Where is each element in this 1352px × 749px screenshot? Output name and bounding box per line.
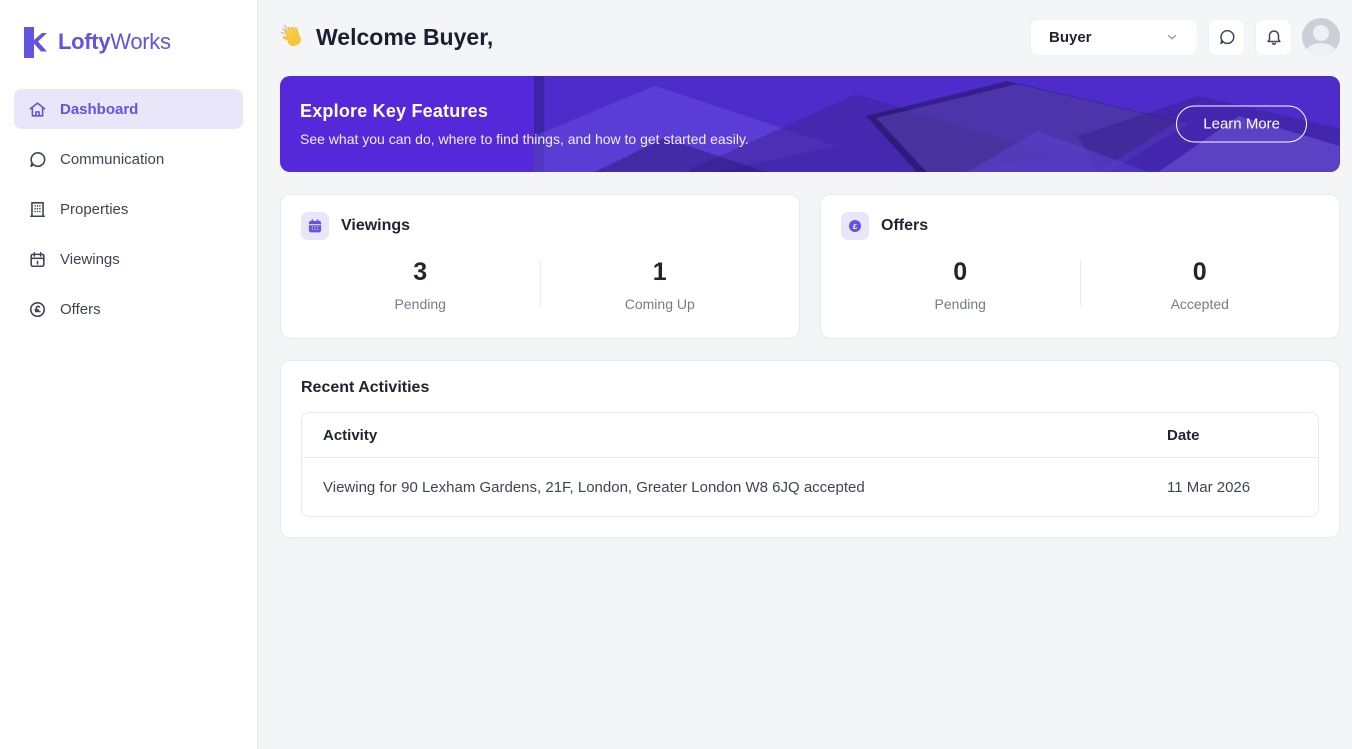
banner-title: Explore Key Features xyxy=(300,101,489,121)
viewings-card: Viewings 3 Pending 1 Coming Up xyxy=(280,194,800,339)
sidebar: LoftyWorks Dashboard Communication Prope… xyxy=(0,0,258,749)
brand-name: LoftyWorks xyxy=(58,29,171,55)
recent-activities-card: Recent Activities Activity Date Viewing … xyxy=(280,360,1340,538)
topbar: Welcome Buyer, Buyer xyxy=(280,17,1340,57)
sidebar-item-viewings[interactable]: Viewings xyxy=(14,239,243,279)
building-icon xyxy=(29,201,46,217)
sidebar-item-communication[interactable]: Communication xyxy=(14,139,243,179)
stat-label: Accepted xyxy=(1170,296,1229,312)
stat-cards-row: Viewings 3 Pending 1 Coming Up £ Offers xyxy=(280,194,1340,339)
pound-circle-icon: £ xyxy=(841,212,869,240)
stat-pending: 0 Pending xyxy=(841,258,1080,312)
stat-value: 3 xyxy=(413,258,428,286)
role-dropdown[interactable]: Buyer xyxy=(1030,18,1198,56)
stat-coming-up: 1 Coming Up xyxy=(541,258,780,312)
wave-icon xyxy=(280,24,301,47)
stat-value: 0 xyxy=(1192,258,1207,286)
stat-value: 1 xyxy=(652,258,667,286)
sidebar-item-label: Offers xyxy=(60,300,101,318)
stat-label: Coming Up xyxy=(624,296,695,312)
calendar-icon xyxy=(30,251,45,267)
table-row[interactable]: Viewing for 90 Lexham Gardens, 21F, Lond… xyxy=(302,458,1318,516)
messages-button[interactable] xyxy=(1208,18,1245,56)
offers-card-header: £ Offers xyxy=(841,212,1319,240)
chevron-down-icon xyxy=(1167,34,1177,40)
stat-value: 0 xyxy=(953,258,968,286)
brand-name-bold: Lofty xyxy=(58,29,111,54)
brand-name-light: Works xyxy=(110,29,171,54)
page-title: Welcome Buyer, xyxy=(280,24,493,51)
bell-icon xyxy=(1266,30,1281,45)
banner-copy: Explore Key Features See what you can do… xyxy=(280,101,749,147)
sidebar-item-offers[interactable]: Offers xyxy=(14,289,243,329)
avatar[interactable] xyxy=(1302,18,1340,56)
column-header-date: Date xyxy=(1167,426,1200,444)
stat-label: Pending xyxy=(394,296,446,312)
card-title: Offers xyxy=(881,217,929,234)
sidebar-item-dashboard[interactable]: Dashboard xyxy=(14,89,243,129)
sidebar-item-label: Communication xyxy=(60,150,165,168)
greeting-text: Welcome Buyer, xyxy=(316,23,494,50)
chat-bubble-icon xyxy=(30,151,46,167)
topbar-actions: Buyer xyxy=(1030,18,1340,56)
svg-text:£: £ xyxy=(853,222,858,231)
stat-label: Pending xyxy=(934,296,986,312)
loftyworks-logo-icon xyxy=(24,26,47,58)
banner-subtitle: See what you can do, where to find thing… xyxy=(300,131,749,147)
calendar-icon xyxy=(301,212,329,240)
offers-stats: 0 Pending 0 Accepted xyxy=(841,258,1319,312)
viewings-card-header: Viewings xyxy=(301,212,779,240)
chat-bubble-icon xyxy=(1219,29,1235,45)
pound-circle-icon xyxy=(29,301,46,317)
sidebar-item-label: Viewings xyxy=(60,250,120,268)
viewings-stats: 3 Pending 1 Coming Up xyxy=(301,258,779,312)
role-dropdown-value: Buyer xyxy=(1049,28,1092,46)
recent-activities-title: Recent Activities xyxy=(301,379,430,396)
avatar-torso-shape xyxy=(1305,43,1337,56)
main-content: Welcome Buyer, Buyer Explore Key Feature… xyxy=(258,0,1352,749)
card-title: Viewings xyxy=(341,217,411,234)
brand-logo[interactable]: LoftyWorks xyxy=(14,24,243,60)
learn-more-button[interactable]: Learn More xyxy=(1176,105,1307,143)
activity-cell: Viewing for 90 Lexham Gardens, 21F, Lond… xyxy=(323,478,865,496)
stat-pending: 3 Pending xyxy=(301,258,540,312)
activities-table-header: Activity Date xyxy=(302,413,1318,458)
activities-table: Activity Date Viewing for 90 Lexham Gard… xyxy=(301,412,1319,517)
avatar-head-shape xyxy=(1313,25,1329,41)
sidebar-nav: Dashboard Communication Properties Viewi… xyxy=(14,89,243,329)
sidebar-item-properties[interactable]: Properties xyxy=(14,189,243,229)
notifications-button[interactable] xyxy=(1255,18,1292,56)
stat-accepted: 0 Accepted xyxy=(1081,258,1320,312)
column-header-activity: Activity xyxy=(323,426,378,444)
offers-card: £ Offers 0 Pending 0 Accepted xyxy=(820,194,1340,339)
sidebar-item-label: Properties xyxy=(60,200,129,218)
feature-banner: Explore Key Features See what you can do… xyxy=(280,76,1340,172)
date-cell: 11 Mar 2026 xyxy=(1167,478,1251,496)
home-icon xyxy=(29,101,46,117)
sidebar-item-label: Dashboard xyxy=(60,100,139,118)
